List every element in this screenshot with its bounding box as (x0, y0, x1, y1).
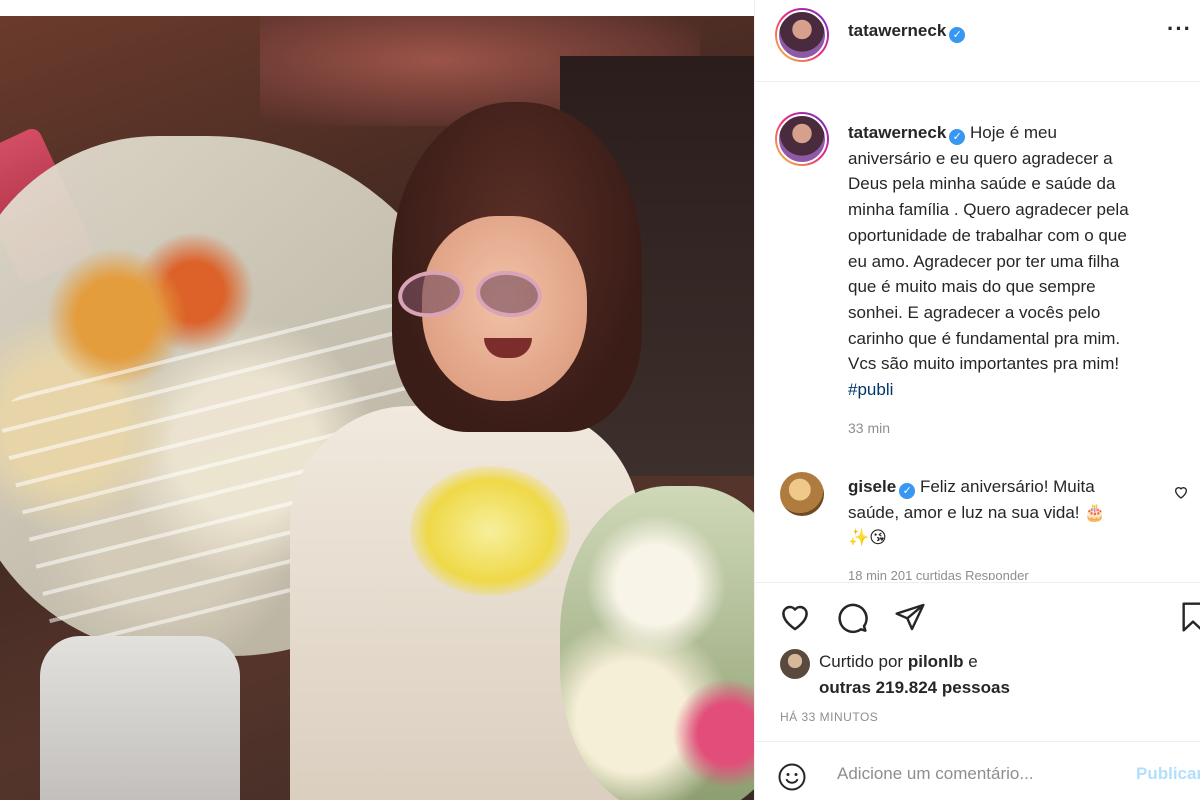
photo-bouquet-right (560, 486, 754, 800)
liked-by-user[interactable]: pilonlb (908, 652, 964, 671)
author-avatar[interactable] (775, 8, 829, 62)
liked-by-prefix: Curtido por (819, 652, 904, 671)
commenter-username[interactable]: gisele (848, 477, 896, 496)
post-header: tatawerneck ✓ ··· (755, 0, 1200, 82)
commenter-avatar[interactable] (780, 472, 824, 516)
verified-icon: ✓ (949, 129, 966, 145)
bookmark-icon[interactable] (1175, 599, 1200, 635)
emoji-icon[interactable] (777, 762, 807, 797)
caption-username[interactable]: tatawerneck (848, 123, 946, 142)
photo-yellow-bow (410, 466, 570, 596)
caption-first: Hoje é meu (970, 123, 1057, 142)
likes-count-link[interactable]: outras 219.824 pessoas (819, 678, 1010, 697)
comment-meta: 18 min 201 curtidas Responder (848, 568, 1029, 580)
caption-line: minha família . Quero agradecer pela (848, 200, 1129, 220)
comment-line: gisele ✓ Feliz aniversário! Muita (848, 474, 1168, 500)
publish-button[interactable]: Publicar (1136, 764, 1200, 784)
post-age[interactable]: HÁ 33 MINUTOS (780, 710, 878, 724)
comment-first: Feliz aniversário! Muita (919, 477, 1095, 496)
add-comment-bar: Publicar (755, 741, 1200, 800)
caption-line: oportunidade de trabalhar com o que (848, 225, 1127, 245)
caption-line: eu amo. Agradecer por ter uma filha (848, 251, 1120, 271)
verified-icon: ✓ (949, 27, 966, 43)
more-options-icon[interactable]: ··· (1167, 16, 1192, 42)
photo-child-left (40, 636, 240, 800)
hashtag-link[interactable]: #publi (848, 377, 1188, 403)
caption-line: Vcs são muito importantes pra mim! (848, 354, 1120, 374)
verified-icon: ✓ (899, 483, 916, 499)
caption-line: carinho que é fundamental pra mim. (848, 328, 1121, 348)
liked-by-avatar[interactable] (780, 649, 810, 679)
post-sidebar: tatawerneck ✓ ··· tatawerneck ✓ Hoje é meu… (754, 0, 1200, 800)
author-username[interactable]: tatawerneck (848, 21, 946, 40)
header-username-row: tatawerneck ✓ (848, 21, 966, 43)
post-photo[interactable] (0, 16, 754, 800)
comment-input[interactable] (837, 760, 1107, 788)
caption-avatar[interactable] (775, 112, 829, 166)
comment-text: gisele ✓ Feliz aniversário! Muita saúde, … (848, 474, 1168, 551)
comment-icon[interactable] (834, 599, 870, 635)
heart-icon[interactable] (777, 599, 813, 635)
caption-line: aniversário e eu quero agradecer a (848, 148, 1113, 168)
liked-by-suffix: e (968, 652, 978, 671)
caption-line: sonhei. E agradecer a vocês pelo (848, 302, 1101, 322)
caption-line: que é muito mais do que sempre (848, 277, 1096, 297)
caption-timestamp[interactable]: 33 min (848, 420, 890, 436)
share-icon[interactable] (892, 599, 928, 635)
caption-text: tatawerneck ✓ Hoje é meu aniversário e eu… (848, 120, 1188, 403)
caption-line: Deus pela minha saúde e saúde da (848, 174, 1116, 194)
post-actions: Curtido por pilonlb e outras 219.824 pes… (755, 582, 1200, 800)
comment-line: saúde, amor e luz na sua vida! 🎂 (848, 502, 1106, 522)
comment-line: ✨😘 (848, 528, 887, 548)
comment-like-icon[interactable] (1173, 484, 1189, 505)
caption-line: tatawerneck ✓ Hoje é meu (848, 120, 1188, 146)
likes-summary: Curtido por pilonlb e outras 219.824 pes… (819, 649, 1010, 701)
